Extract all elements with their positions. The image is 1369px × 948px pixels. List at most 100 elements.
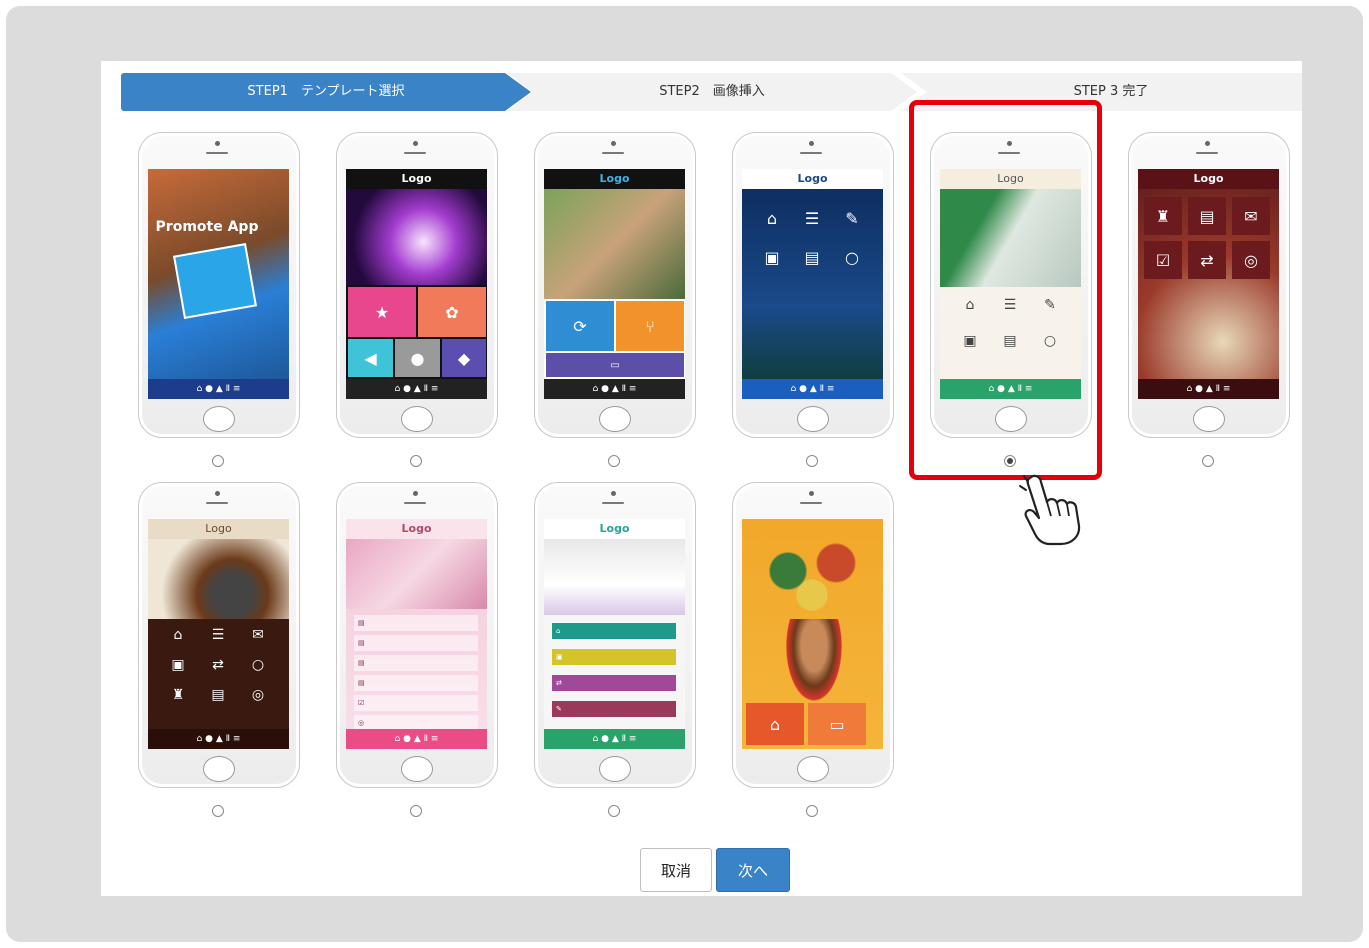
speaker-icon (800, 152, 822, 154)
template-10[interactable]: ⌂ ▭ (732, 482, 894, 790)
tile-icon: ✉ (1232, 197, 1270, 235)
tab-bar: ⌂ ● ▲ Ⅱ ≡ (544, 379, 685, 399)
tile-icon: ◎ (1232, 241, 1270, 279)
tile-icon: ◀ (348, 339, 393, 377)
template-3-screen: Logo ⟳ ⑂ ▭ ⌂ ● ▲ Ⅱ ≡ (544, 169, 685, 399)
template-radio-1[interactable] (212, 455, 224, 467)
step-3: STEP 3 完了 (901, 73, 1302, 111)
hero-image (346, 539, 487, 609)
home-button (401, 406, 433, 432)
tab-bar: ⌂ ● ▲ Ⅱ ≡ (346, 379, 487, 399)
tile-icon: ◆ (442, 339, 486, 377)
template-4-screen: Logo ⌂ ☰ ✎ ▣ ▤ ○ ⌂ ● ▲ Ⅱ ≡ (742, 169, 883, 399)
template-radio-8[interactable] (410, 805, 422, 817)
home-button (203, 756, 235, 782)
pin-icon: ◎ (251, 687, 265, 703)
template-radio-6[interactable] (1202, 455, 1214, 467)
chat-icon: ○ (251, 657, 265, 673)
home-button (401, 756, 433, 782)
camera-icon (413, 141, 418, 146)
tab-bar: ⌂ ● ▲ Ⅱ ≡ (1138, 379, 1279, 399)
menu-row: ✎ (552, 701, 676, 717)
template-8[interactable]: Logo ▤ ▤ ▤ ▤ ☑ ◎ ⌂ ● ▲ Ⅱ ≡ (336, 482, 498, 790)
menu-row: ▤ (354, 675, 478, 691)
cake-icon: ♜ (171, 687, 185, 703)
template-9[interactable]: Logo ⌂ ▣ ⇄ ✎ ⌂ ● ▲ Ⅱ ≡ (534, 482, 696, 790)
template-8-logo: Logo (346, 519, 487, 539)
template-radio-7[interactable] (212, 805, 224, 817)
person-image (782, 619, 846, 709)
menu-row: ▤ (354, 635, 478, 651)
template-radio-9[interactable] (608, 805, 620, 817)
template-7[interactable]: Logo ⌂ ☰ ✉ ▣ ⇄ ○ ♜ ▤ ◎ ⌂ ● ▲ Ⅱ ≡ (138, 482, 300, 790)
camera-icon (215, 491, 220, 496)
template-6[interactable]: Logo ♜ ▤ ✉ ☑ ⇄ ◎ ⌂ ● ▲ Ⅱ ≡ (1128, 132, 1290, 440)
home-button (599, 756, 631, 782)
hero-image (544, 189, 685, 299)
step-2: STEP2 画像挿入 (507, 73, 917, 111)
template-3-logo: Logo (544, 169, 685, 189)
template-8-screen: Logo ▤ ▤ ▤ ▤ ☑ ◎ ⌂ ● ▲ Ⅱ ≡ (346, 519, 487, 749)
speaker-icon (998, 152, 1020, 154)
speaker-icon (1196, 152, 1218, 154)
menu-row: ▤ (354, 655, 478, 671)
step-1: STEP1 テンプレート選択 (121, 73, 531, 111)
tile-icon: ⇄ (1188, 241, 1226, 279)
speaker-icon (404, 152, 426, 154)
list-icon: ☰ (1003, 297, 1017, 313)
template-radio-2[interactable] (410, 455, 422, 467)
photo-icon: ▣ (764, 248, 780, 267)
tab-bar: ⌂ ● ▲ Ⅱ ≡ (148, 379, 289, 399)
home-icon: ⌂ (965, 297, 975, 313)
speaker-icon (800, 502, 822, 504)
home-button (995, 406, 1027, 432)
next-button[interactable]: 次へ (716, 848, 790, 892)
shop-icon: ⌂ (746, 703, 804, 745)
template-4[interactable]: Logo ⌂ ☰ ✎ ▣ ▤ ○ ⌂ ● ▲ Ⅱ ≡ (732, 132, 894, 440)
template-7-logo: Logo (148, 519, 289, 539)
hero-image (940, 189, 1081, 287)
camera-icon (1007, 141, 1012, 146)
template-2-screen: Logo ★ ✿ ◀ ● ◆ ⌂ ● ▲ Ⅱ ≡ (346, 169, 487, 399)
tile-icon: ✿ (418, 287, 486, 337)
template-3[interactable]: Logo ⟳ ⑂ ▭ ⌂ ● ▲ Ⅱ ≡ (534, 132, 696, 440)
menu-row: ☑ (354, 695, 478, 711)
template-5-logo: Logo (940, 169, 1081, 189)
template-6-screen: Logo ♜ ▤ ✉ ☑ ⇄ ◎ ⌂ ● ▲ Ⅱ ≡ (1138, 169, 1279, 399)
tile-icon: ★ (348, 287, 416, 337)
tab-bar: ⌂ ● ▲ Ⅱ ≡ (148, 729, 289, 749)
template-7-screen: Logo ⌂ ☰ ✉ ▣ ⇄ ○ ♜ ▤ ◎ ⌂ ● ▲ Ⅱ ≡ (148, 519, 289, 749)
template-2[interactable]: Logo ★ ✿ ◀ ● ◆ ⌂ ● ▲ Ⅱ ≡ (336, 132, 498, 440)
chat-icon: ○ (1043, 333, 1057, 349)
icon-grid: ⌂ ☰ ✉ ▣ ⇄ ○ ♜ ▤ ◎ (158, 627, 278, 703)
hero-image (346, 189, 487, 285)
template-radio-10[interactable] (806, 805, 818, 817)
hero-image (148, 539, 289, 619)
speaker-icon (206, 502, 228, 504)
camera-icon (611, 491, 616, 496)
camera-icon (809, 491, 814, 496)
tab-bar: ⌂ ● ▲ Ⅱ ≡ (742, 379, 883, 399)
tile-icon: ▭ (546, 353, 684, 377)
template-radio-5[interactable] (1004, 455, 1016, 467)
tab-bar: ⌂ ● ▲ Ⅱ ≡ (940, 379, 1081, 399)
step-indicator: STEP1 テンプレート選択 STEP2 画像挿入 STEP 3 完了 (121, 73, 1302, 111)
shop-icon: ▤ (211, 687, 225, 703)
edit-icon: ✎ (845, 209, 859, 228)
template-radio-4[interactable] (806, 455, 818, 467)
template-10-screen: ⌂ ▭ (742, 519, 883, 749)
home-button (203, 406, 235, 432)
shop-icon: ▤ (804, 248, 820, 267)
template-1-logo: Promote App (155, 219, 259, 235)
home-button (599, 406, 631, 432)
hero-image (544, 539, 685, 615)
template-1[interactable]: Promote App ⌂ ● ▲ Ⅱ ≡ (138, 132, 300, 440)
template-5[interactable]: Logo ⌂ ☰ ✎ ▣ ▤ ○ ⌂ ● ▲ Ⅱ ≡ (930, 132, 1092, 440)
menu-row: ▤ (354, 615, 478, 631)
camera-icon (413, 491, 418, 496)
camera-icon (611, 141, 616, 146)
tile-icon: ● (395, 339, 440, 377)
cancel-button[interactable]: 取消 (640, 848, 712, 892)
template-radio-3[interactable] (608, 455, 620, 467)
step-2-label: STEP2 画像挿入 (659, 84, 765, 99)
